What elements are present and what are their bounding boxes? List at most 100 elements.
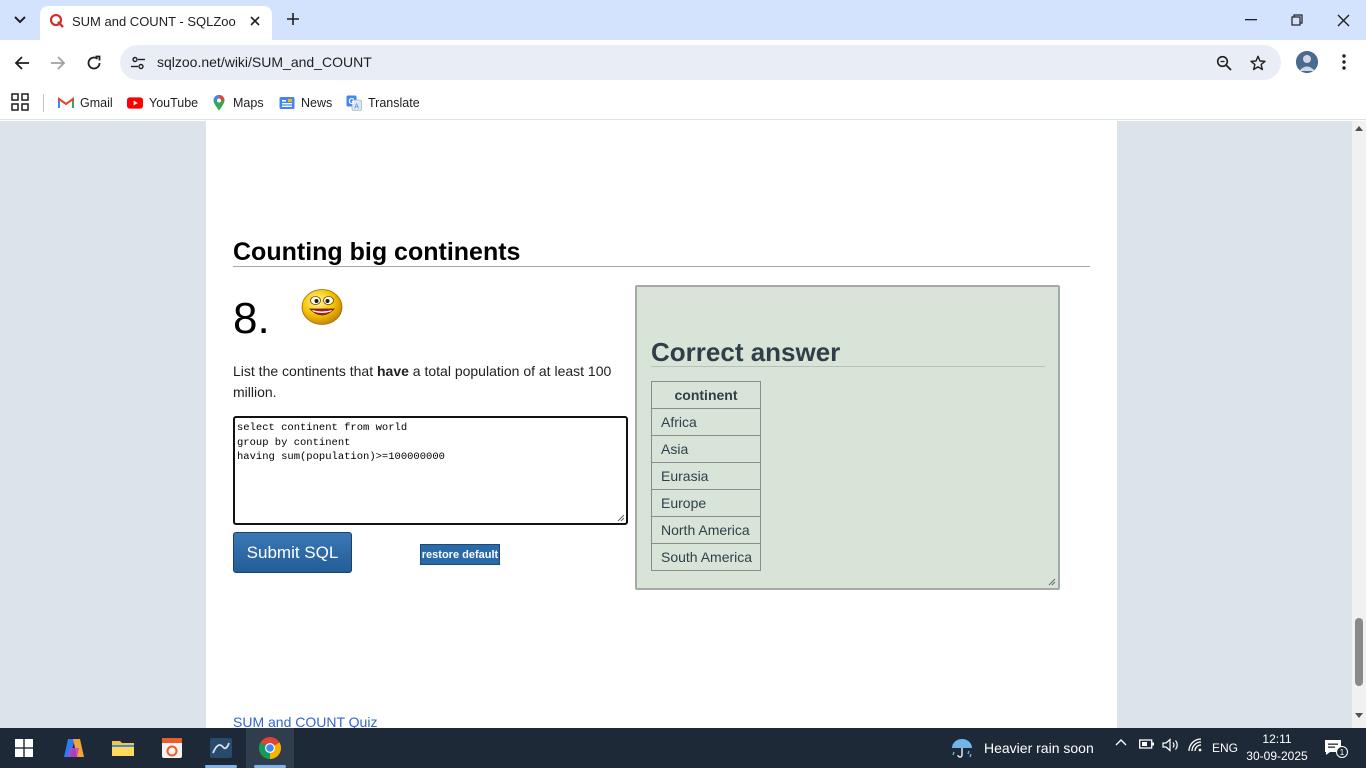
back-button[interactable] (9, 50, 35, 76)
smiley-icon (301, 289, 343, 325)
folder-icon (112, 741, 134, 756)
url-text: sqlzoo.net/wiki/SUM_and_COUNT (157, 54, 372, 70)
zoom-button[interactable] (1213, 52, 1235, 74)
bookmark-label: YouTube (149, 96, 199, 110)
scrollbar-thumb[interactable] (1355, 618, 1363, 686)
reload-button[interactable] (81, 50, 107, 76)
bookmark-label: News (301, 96, 333, 110)
taskbar-mysql-workbench[interactable] (197, 728, 245, 768)
wifi-icon (1188, 738, 1202, 752)
restore-window-button[interactable] (1274, 0, 1320, 40)
table-row: Eurasia (651, 462, 761, 490)
chevron-up-icon (1115, 739, 1127, 746)
mysql-workbench-icon (210, 738, 232, 758)
table-row: Europe (651, 489, 761, 517)
clock-time: 12:11 (1262, 732, 1292, 746)
answer-heading: Correct answer (651, 337, 841, 367)
table-header: continent (651, 381, 761, 409)
table-cell: Africa (651, 408, 761, 436)
apps-grid-icon[interactable] (11, 93, 29, 111)
taskbar-file-explorer[interactable] (99, 728, 147, 768)
battery-status[interactable] (1139, 738, 1155, 750)
weather-widget[interactable]: Heavier rain soon (950, 736, 1094, 760)
restore-default-button[interactable]: restore default (420, 544, 500, 565)
question-number: 8. (233, 294, 270, 343)
notification-count: 1 (1336, 746, 1348, 758)
page-content: Counting big continents 8. List the cont… (206, 121, 1117, 728)
taskbar-copilot[interactable] (50, 728, 98, 768)
windows-logo-icon (15, 739, 33, 757)
sqlzoo-favicon-icon (50, 14, 64, 28)
page-scrollbar[interactable] (1352, 121, 1366, 728)
resize-handle-icon[interactable] (1048, 578, 1056, 586)
table-row: North America (651, 516, 761, 544)
answer-divider (651, 366, 1045, 367)
table-row: South America (651, 543, 761, 571)
bookmark-maps[interactable]: Maps (211, 92, 264, 114)
new-tab-button[interactable] (282, 8, 304, 30)
start-button[interactable] (0, 728, 48, 768)
close-icon (1337, 14, 1349, 26)
bookmark-news[interactable]: News (279, 92, 332, 114)
quiz-link[interactable]: SUM and COUNT Quiz (233, 714, 377, 728)
clock[interactable]: 12:11 30-09-2025 (1243, 731, 1311, 765)
input-language[interactable]: ENG (1212, 741, 1238, 755)
bookmark-label: Gmail (80, 96, 113, 110)
tab-active[interactable]: SUM and COUNT - SQLZoo (40, 6, 272, 40)
scroll-down-arrow-icon[interactable] (1355, 713, 1363, 719)
more-vertical-icon (1342, 54, 1346, 70)
taskbar-app-orange[interactable] (148, 728, 196, 768)
clock-date: 30-09-2025 (1246, 749, 1308, 763)
chrome-menu-button[interactable] (1332, 50, 1356, 74)
browser-titlebar: SUM and COUNT - SQLZoo (0, 0, 1366, 40)
table-cell: Eurasia (651, 462, 761, 490)
submit-sql-button[interactable]: Submit SQL (233, 532, 352, 573)
bookmark-label: Maps (233, 96, 264, 110)
question-text-bold: have (376, 363, 409, 379)
svg-text:A: A (354, 104, 359, 111)
star-icon (1250, 55, 1266, 71)
bookmarks-bar: Gmail YouTube Maps News GA Translate (0, 86, 1366, 120)
notification-center-button[interactable]: 1 (1324, 739, 1348, 758)
browser-toolbar: sqlzoo.net/wiki/SUM_and_COUNT (0, 40, 1366, 86)
youtube-icon (127, 95, 143, 111)
windows-taskbar: Heavier rain soon ENG 12:11 30-09-2025 1 (0, 728, 1366, 768)
tab-title: SUM and COUNT - SQLZoo (72, 14, 236, 29)
battery-icon (1139, 739, 1154, 749)
network-status[interactable] (1187, 738, 1205, 752)
sql-editor[interactable]: select continent from world group by con… (233, 416, 628, 525)
weather-text: Heavier rain soon (984, 740, 1094, 756)
forward-button[interactable] (45, 50, 71, 76)
sql-code: select continent from world group by con… (237, 422, 445, 463)
tune-icon (131, 56, 145, 70)
zoom-icon (1216, 55, 1232, 71)
tray-overflow-button[interactable] (1115, 738, 1127, 746)
page-viewport: Counting big continents 8. List the cont… (0, 121, 1352, 728)
tab-search-button[interactable] (8, 8, 32, 32)
taskbar-chrome[interactable] (246, 728, 294, 768)
umbrella-rain-icon (952, 739, 972, 758)
tab-close-button[interactable] (246, 12, 264, 30)
bookmark-label: Translate (368, 96, 420, 110)
address-bar[interactable]: sqlzoo.net/wiki/SUM_and_COUNT (120, 45, 1281, 80)
copilot-icon (64, 739, 84, 757)
bookmark-youtube[interactable]: YouTube (127, 92, 198, 114)
resize-handle-icon[interactable] (617, 514, 625, 522)
answer-table: continent Africa Asia Eurasia Europe Nor… (651, 381, 761, 571)
volume-status[interactable] (1162, 738, 1180, 752)
profile-avatar[interactable] (1296, 51, 1318, 73)
table-cell: South America (651, 543, 761, 571)
chrome-icon (259, 737, 281, 759)
bookmark-gmail[interactable]: Gmail (58, 92, 113, 114)
minimize-button[interactable] (1228, 0, 1274, 40)
bookmark-translate[interactable]: GA Translate (346, 92, 420, 114)
restore-window-icon (1291, 14, 1303, 26)
news-icon (279, 95, 295, 111)
table-row: Africa (651, 408, 761, 436)
avatar-icon (1296, 51, 1318, 73)
close-window-button[interactable] (1320, 0, 1366, 40)
scroll-up-arrow-icon[interactable] (1355, 125, 1363, 131)
site-info-button[interactable] (126, 51, 150, 75)
bookmark-star-button[interactable] (1247, 52, 1269, 74)
app-icon (162, 738, 182, 758)
